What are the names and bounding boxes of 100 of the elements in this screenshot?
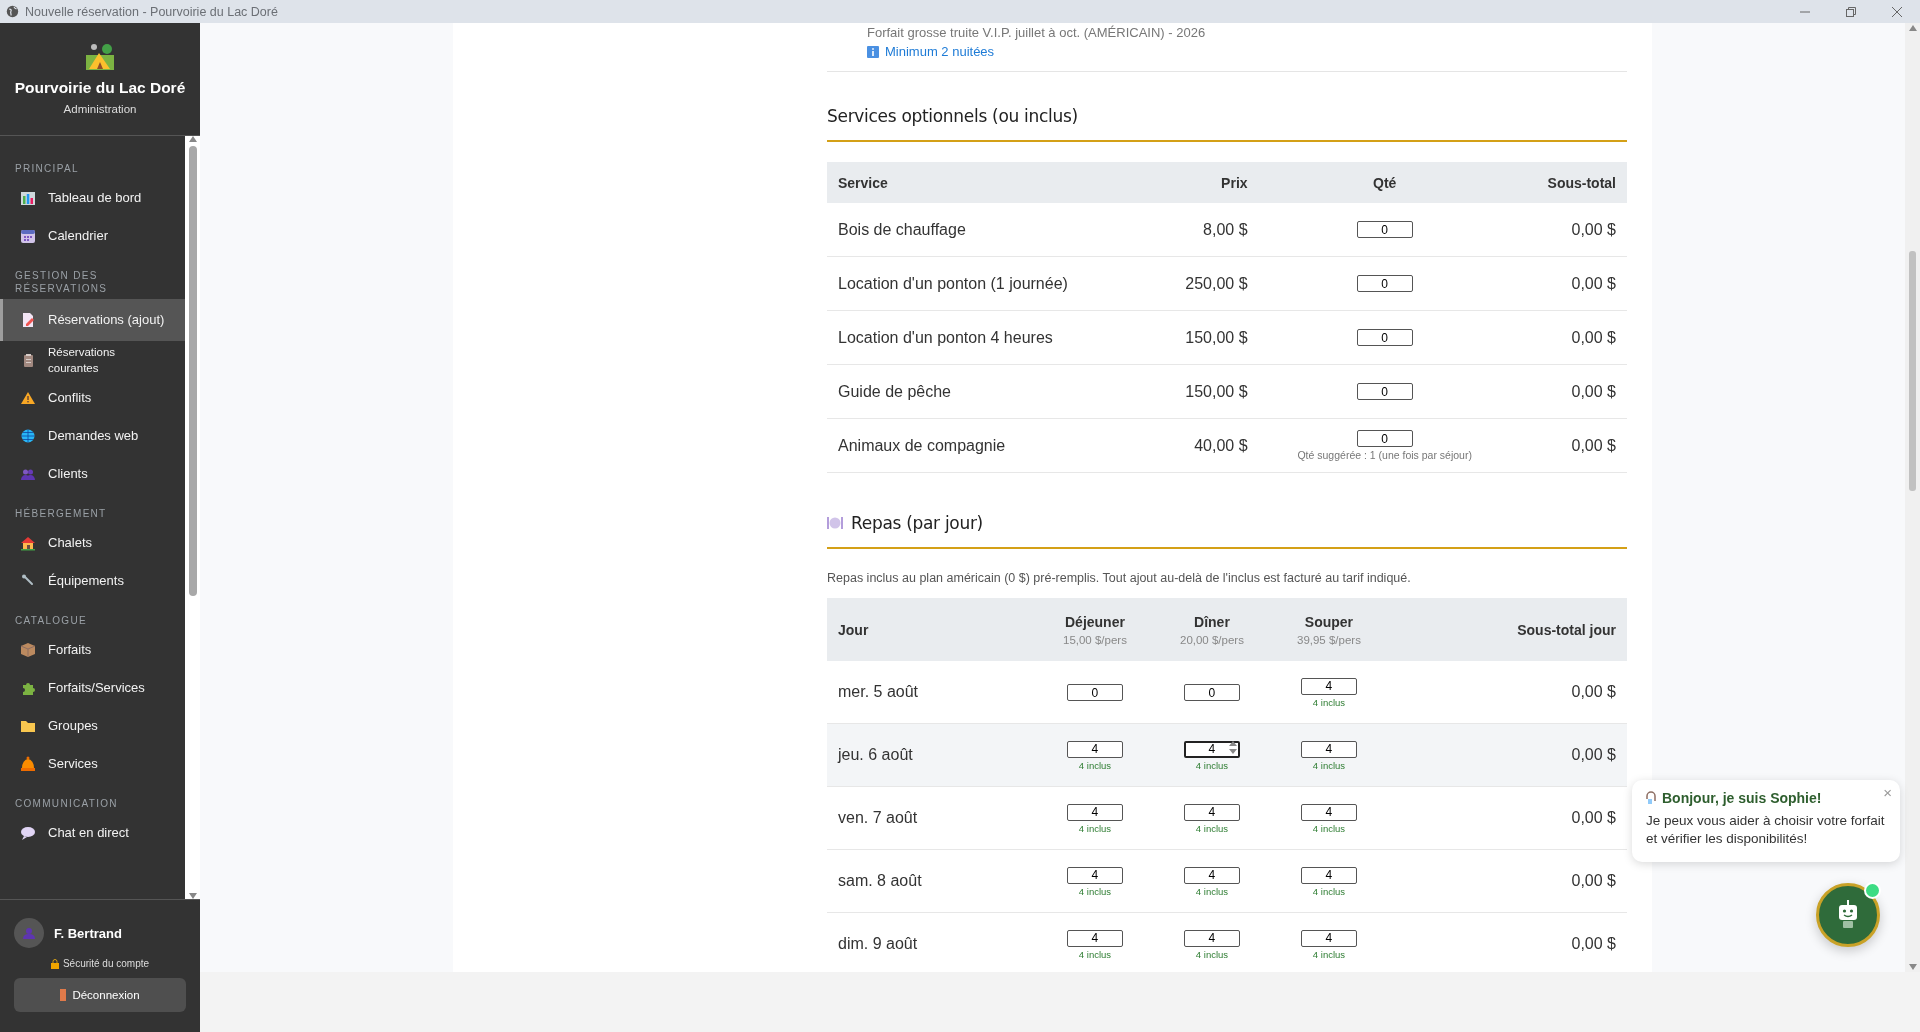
nav-item[interactable]: Demandes web <box>0 417 185 455</box>
robot-icon <box>1837 900 1859 930</box>
quantity-field[interactable]: 4 <box>1300 677 1357 695</box>
table-cell: 0,00 $ <box>1510 418 1627 473</box>
table-cell: 250,00 $ <box>1150 256 1259 311</box>
included-label: 4 inclus <box>1078 822 1112 834</box>
quantity-field[interactable]: 0 <box>1356 383 1413 400</box>
included-label: 4 inclus <box>1195 885 1229 897</box>
nav-item[interactable]: Tableau de bord <box>0 179 185 217</box>
scroll-thumb[interactable] <box>188 146 197 596</box>
spinner-icon[interactable] <box>1228 741 1237 755</box>
quantity-field[interactable]: 4 <box>1066 740 1123 758</box>
quantity-field[interactable]: 4 <box>1066 929 1123 947</box>
included-label: 4 inclus <box>1312 885 1346 897</box>
table-cell: 8,00 $ <box>1150 203 1259 257</box>
table-cell: Animaux de compagnie <box>827 418 1151 473</box>
included-label: 4 inclus <box>1078 948 1112 960</box>
table-row[interactable]: ven. 7 août 4 4 inclus 4 4 inclus 4 4 inclus 0,00 $ <box>827 786 1627 850</box>
speech-icon <box>20 825 36 841</box>
scroll-up-icon <box>188 136 197 142</box>
table-cell: Guide de pêche <box>827 364 1151 419</box>
included-label: 4 inclus <box>1195 948 1229 960</box>
section-heading: Services optionnels (ou inclus) <box>827 106 1078 126</box>
table-cell: ven. 7 août <box>827 786 1037 850</box>
quantity-field[interactable]: 0 <box>1356 275 1413 292</box>
table-cell: jeu. 6 août <box>827 723 1037 787</box>
quantity-field[interactable]: 0 <box>1356 329 1413 346</box>
nav-item[interactable]: Conflits <box>0 379 185 417</box>
nav-item[interactable]: Groupes <box>0 707 185 745</box>
table-cell: 40,00 $ <box>1150 418 1259 473</box>
nav-item[interactable]: Forfaits/Services <box>0 669 185 707</box>
security-link[interactable]: Sécurité du compte <box>14 958 186 969</box>
table-row[interactable]: jeu. 6 août 4 4 inclus 4 4 inclus 4 4 inclus 0,00 $ <box>827 723 1627 787</box>
included-label: 4 inclus <box>1312 696 1346 708</box>
brand-subtitle: Administration <box>63 103 137 115</box>
scrollbar[interactable] <box>185 136 200 899</box>
puzzle-icon <box>20 680 36 696</box>
headset-icon <box>1646 791 1656 805</box>
quantity-field[interactable]: 4 <box>1183 929 1240 947</box>
quantity-field[interactable]: 4 <box>1066 866 1123 884</box>
nav-item[interactable]: Chalets <box>0 524 185 562</box>
nav-item[interactable]: Chat en direct <box>0 814 185 852</box>
package-name: Forfait grosse truite V.I.P. juillet à oct. (AMÉRICAIN) - 2026 <box>867 25 1207 40</box>
table-cell: 0,00 $ <box>1510 364 1627 419</box>
close-icon <box>1892 6 1902 17</box>
included-label: 4 inclus <box>1078 885 1112 897</box>
quantity-field[interactable]: 4 <box>1300 740 1357 758</box>
note-text: Repas inclus au plan américain (0 $) pré-remplis. Tout ajout au-delà de l'inclus est facturé au tarif indiqué. <box>827 571 1412 585</box>
globe-icon <box>6 5 19 18</box>
nav-item[interactable]: Services <box>0 745 185 783</box>
column-header: Qté <box>1258 162 1511 203</box>
scroll-up-icon <box>1908 25 1917 31</box>
included-label: 4 inclus <box>1195 822 1229 834</box>
quantity-field[interactable]: 0 <box>1356 221 1413 238</box>
table-cell: 0,00 $ <box>1387 723 1627 787</box>
chart-icon <box>20 190 36 206</box>
section-label: PRINCIPAL <box>14 162 80 176</box>
user-name: F. Bertrand <box>54 925 122 941</box>
nav-item[interactable]: Réservations (ajout) <box>0 299 185 341</box>
table-cell: Bois de chauffage <box>827 203 1151 257</box>
quantity-field[interactable]: 4 <box>1183 803 1240 821</box>
globe-icon <box>20 428 36 444</box>
included-label: 4 inclus <box>1312 822 1346 834</box>
quantity-field[interactable]: 0 <box>1066 684 1123 702</box>
nav-item[interactable]: Réservations courantes <box>0 341 185 379</box>
table-cell: 0,00 $ <box>1510 256 1627 311</box>
table-cell: 0,00 $ <box>1387 661 1627 724</box>
included-label: 4 inclus <box>1195 759 1229 771</box>
quantity-field[interactable]: 4 <box>1183 740 1240 758</box>
nav-item[interactable]: Clients <box>0 455 185 493</box>
table-row[interactable]: mer. 5 août 0 0 4 4 inclus 0,00 $ <box>827 661 1627 724</box>
quantity-field[interactable]: 0 <box>1183 684 1240 702</box>
scroll-thumb[interactable] <box>1909 251 1916 491</box>
table-cell: 0,00 $ <box>1387 849 1627 913</box>
chat-greeting: Bonjour, je suis Sophie! <box>1662 790 1822 806</box>
scroll-down-icon <box>1908 964 1917 970</box>
hint-text: Qté suggérée : 1 (une fois par séjour) <box>1297 449 1472 461</box>
table-row[interactable]: sam. 8 août 4 4 inclus 4 4 inclus 4 4 inclus 0,00 $ <box>827 849 1627 913</box>
folder-icon <box>20 718 36 734</box>
bell-icon <box>20 756 36 772</box>
chat-message: Je peux vous aider à choisir votre forfait et vérifier les disponibilités! <box>1646 812 1886 848</box>
house-icon <box>20 535 36 551</box>
quantity-field[interactable]: 4 <box>1183 866 1240 884</box>
table-cell: 0,00 $ <box>1510 310 1627 365</box>
logout-button[interactable]: Déconnexion <box>14 978 186 1012</box>
quantity-field[interactable]: 4 <box>1066 803 1123 821</box>
nav-item[interactable]: Équipements <box>0 562 185 600</box>
info-icon <box>867 45 879 58</box>
quantity-field[interactable]: 4 <box>1300 929 1357 947</box>
scrollbar[interactable] <box>1905 23 1920 972</box>
included-label: 4 inclus <box>1312 759 1346 771</box>
quantity-field[interactable]: 4 <box>1300 866 1357 884</box>
window-title: Nouvelle réservation - Pourvoirie du Lac Doré <box>25 4 279 19</box>
quantity-field[interactable]: 0 <box>1356 430 1413 447</box>
section-label: HÉBERGEMENT <box>14 506 108 521</box>
nav-item[interactable]: Calendrier <box>0 217 185 255</box>
person-icon <box>23 927 35 939</box>
nav-item[interactable]: Forfaits <box>0 631 185 669</box>
column-header: Prix <box>1150 162 1259 203</box>
quantity-field[interactable]: 4 <box>1300 803 1357 821</box>
